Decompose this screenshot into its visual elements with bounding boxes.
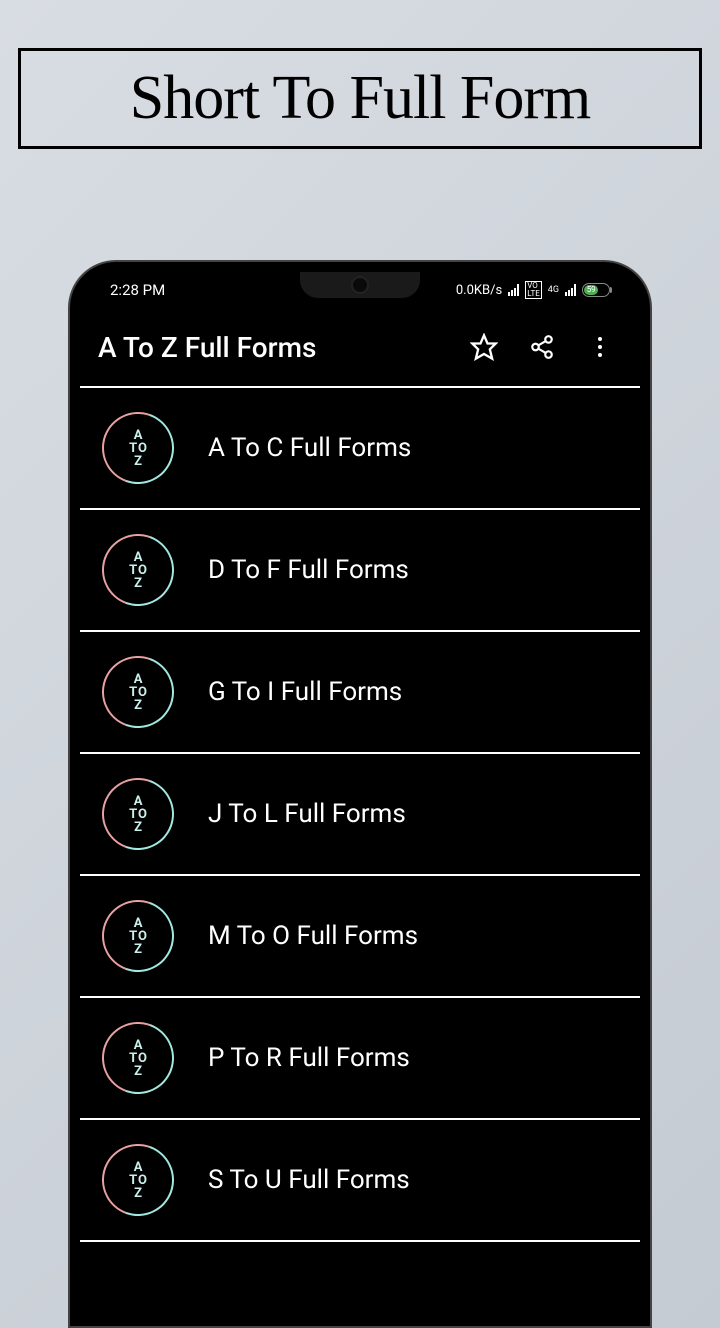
list-item-label: D To F Full Forms [208,555,409,585]
signal-icon-2 [565,284,576,296]
battery-level: 59 [584,285,598,295]
phone-frame: 2:28 PM 0.0KB/s VOLTE 4G 59 A To Z Full … [68,260,652,1328]
atoz-icon: ATOZ [102,778,174,850]
list-item-label: M To O Full Forms [208,921,418,951]
list-item-label: A To C Full Forms [208,433,411,463]
list-item[interactable]: ATOZ S To U Full Forms [80,1120,640,1242]
network-gen: 4G [548,286,559,294]
more-vert-icon [598,337,602,357]
overflow-menu-button[interactable] [578,325,622,369]
promo-title-text: Short To Full Form [130,64,591,132]
list-item[interactable]: ATOZ M To O Full Forms [80,876,640,998]
status-time: 2:28 PM [110,281,165,299]
status-right: 0.0KB/s VOLTE 4G 59 [456,281,610,299]
phone-screen: 2:28 PM 0.0KB/s VOLTE 4G 59 A To Z Full … [80,272,640,1316]
battery-icon: 59 [582,283,610,297]
atoz-icon: ATOZ [102,1144,174,1216]
atoz-icon: ATOZ [102,900,174,972]
atoz-icon: ATOZ [102,534,174,606]
list-item-label: S To U Full Forms [208,1165,410,1195]
list-item-label: P To R Full Forms [208,1043,410,1073]
list-item[interactable]: ATOZ A To C Full Forms [80,388,640,510]
share-button[interactable] [520,325,564,369]
app-title: A To Z Full Forms [98,331,448,364]
star-icon [470,333,498,361]
list-item-label: G To I Full Forms [208,677,402,707]
atoz-icon: ATOZ [102,656,174,728]
network-speed: 0.0KB/s [456,283,502,298]
category-list[interactable]: ATOZ A To C Full Forms ATOZ D To F Full … [80,388,640,1242]
volte-icon: VOLTE [525,281,542,299]
atoz-icon: ATOZ [102,1022,174,1094]
promo-title: Short To Full Form [18,48,702,149]
atoz-icon: ATOZ [102,412,174,484]
list-item[interactable]: ATOZ D To F Full Forms [80,510,640,632]
list-item[interactable]: ATOZ P To R Full Forms [80,998,640,1120]
favorite-button[interactable] [462,325,506,369]
signal-icon [508,284,519,296]
app-bar: A To Z Full Forms [80,308,640,388]
list-item-label: J To L Full Forms [208,799,406,829]
share-icon [529,334,555,360]
phone-notch [300,272,420,298]
list-item[interactable]: ATOZ J To L Full Forms [80,754,640,876]
list-item[interactable]: ATOZ G To I Full Forms [80,632,640,754]
